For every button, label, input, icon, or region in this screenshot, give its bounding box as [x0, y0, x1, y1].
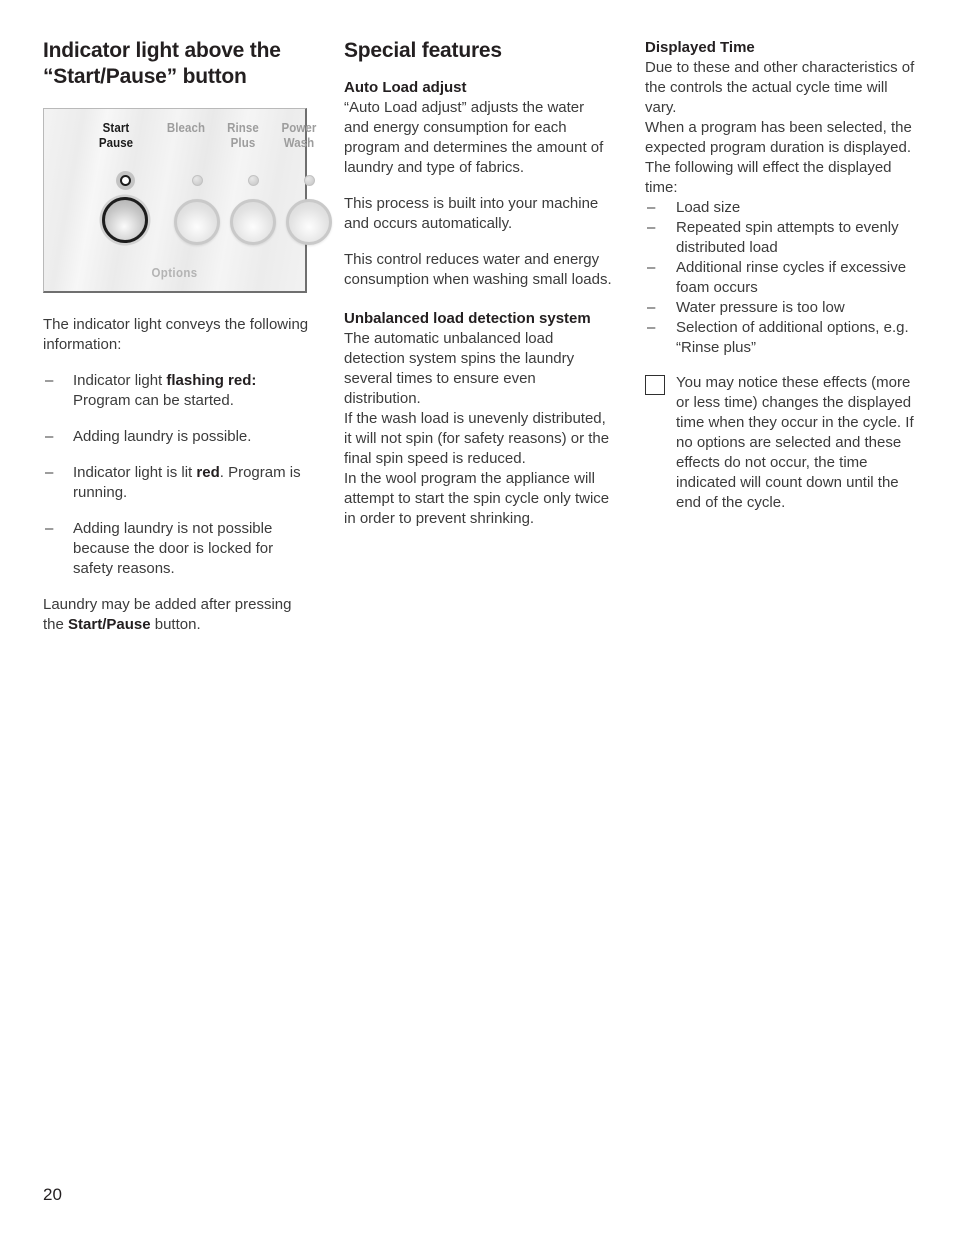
bleach-button	[174, 199, 220, 245]
control-panel-illustration: Start Pause Bleach Rinse Plus Power Wash	[43, 108, 332, 293]
dash-bullet-icon: –	[647, 219, 656, 236]
dash-bullet-icon: –	[45, 372, 54, 389]
label-rinse-text: Rinse	[227, 121, 259, 135]
label-options: Options	[151, 266, 198, 280]
list-item: – Additional rinse cycles if excessive fo…	[645, 258, 917, 298]
start-pause-button	[102, 197, 148, 243]
column-displayed-time: Displayed Time Due to these and other ch…	[645, 38, 917, 513]
column-indicator-light: Indicator light above the “Start/Pause” …	[43, 38, 332, 635]
list-item: – Load size	[645, 198, 917, 218]
label-pause-text: Pause	[98, 136, 134, 150]
power-wash-button	[286, 199, 332, 245]
bullet-lead: Adding laundry is not possible because t…	[73, 520, 274, 577]
bullet-bold: red	[196, 464, 220, 481]
label-power-wash: Power Wash	[266, 121, 332, 151]
label-start-text: Start	[102, 121, 130, 135]
dash-bullet-icon: –	[647, 319, 656, 336]
label-plus-text: Plus	[230, 136, 256, 150]
list-item: – Water pressure is too low	[645, 298, 917, 318]
indicator-bullet-list: – Indicator light flashing red: Program c…	[43, 371, 311, 579]
list-item: – Selection of additional options, e.g. “…	[645, 318, 917, 358]
bullet-text: Load size	[676, 199, 741, 216]
bullet-text: Selection of additional options, e.g. “R…	[676, 319, 909, 356]
rinse-plus-button	[230, 199, 276, 245]
dash-bullet-icon: –	[45, 520, 54, 537]
displayed-time-paragraph-3: The following will effect the displayed …	[645, 159, 892, 196]
bleach-indicator-light-icon	[192, 175, 203, 186]
unbalanced-paragraph-3: In the wool program the appliance will a…	[344, 470, 610, 527]
label-power-text: Power	[281, 121, 317, 135]
auto-load-paragraph-3: This control reduces water and energy co…	[344, 251, 612, 288]
list-item: – Indicator light flashing red: Program c…	[43, 371, 311, 411]
bullet-text: Additional rinse cycles if excessive foa…	[676, 259, 907, 296]
dash-bullet-icon: –	[647, 259, 656, 276]
bullet-lead: Indicator light is lit	[73, 464, 197, 481]
subheading-auto-load-adjust: Auto Load adjust	[344, 79, 467, 96]
list-item: – Adding laundry is possible.	[43, 427, 311, 447]
indicator-intro-paragraph: The indicator light conveys the followin…	[43, 316, 309, 353]
displayed-time-paragraph-2: When a program has been selected, the ex…	[645, 119, 912, 156]
dash-bullet-icon: –	[45, 464, 54, 481]
label-bleach-text: Bleach	[166, 121, 206, 135]
dash-bullet-icon: –	[647, 299, 656, 316]
dash-bullet-icon: –	[45, 428, 54, 445]
list-item: – Indicator light is lit red. Program is …	[43, 463, 311, 503]
subheading-displayed-time: Displayed Time	[645, 39, 755, 56]
page-title: Indicator light above the “Start/Pause” …	[43, 39, 281, 88]
note-square-icon	[645, 375, 665, 395]
closing-bold: Start/Pause	[68, 616, 151, 633]
bullet-bold: flashing red:	[166, 372, 257, 389]
manual-page: Indicator light above the “Start/Pause” …	[0, 0, 954, 1235]
column-special-features: Special features Auto Load adjust “Auto …	[344, 38, 612, 529]
subheading-unbalanced-load: Unbalanced load detection system	[344, 310, 591, 327]
indicator-closing-paragraph: Laundry may be added after pressing the …	[43, 595, 311, 635]
bullet-lead: Adding laundry is possible.	[73, 428, 252, 445]
unbalanced-paragraph-2: If the wash load is unevenly distributed…	[344, 410, 610, 467]
closing-rest: button.	[150, 616, 201, 633]
start-pause-indicator-light-icon	[116, 171, 135, 190]
bullet-rest: Program can be started.	[73, 392, 234, 409]
note-block: You may notice these effects (more or le…	[645, 373, 917, 513]
unbalanced-paragraph-1: The automatic unbalanced load detection …	[344, 330, 575, 407]
list-item: – Adding laundry is not possible because …	[43, 519, 311, 579]
rinse-plus-indicator-light-icon	[248, 175, 259, 186]
power-wash-indicator-light-icon	[304, 175, 315, 186]
label-wash-text: Wash	[283, 136, 315, 150]
dash-bullet-icon: –	[647, 199, 656, 216]
page-number: 20	[43, 1185, 62, 1204]
list-item: – Repeated spin attempts to evenly distri…	[645, 218, 917, 258]
auto-load-paragraph-2: This process is built into your machine …	[344, 195, 599, 232]
displayed-time-paragraph-1: Due to these and other characteristics o…	[645, 59, 915, 116]
displayed-time-bullet-list: – Load size – Repeated spin attempts to ev…	[645, 198, 917, 358]
bullet-text: Repeated spin attempts to evenly distrib…	[676, 219, 899, 256]
bullet-text: Water pressure is too low	[676, 299, 845, 316]
bullet-lead: Indicator light	[73, 372, 167, 389]
label-start-pause: Start Pause	[83, 121, 149, 151]
section-title-special-features: Special features	[344, 39, 502, 62]
note-text: You may notice these effects (more or le…	[676, 374, 914, 511]
auto-load-paragraph-1: “Auto Load adjust” adjusts the water and…	[344, 99, 604, 176]
